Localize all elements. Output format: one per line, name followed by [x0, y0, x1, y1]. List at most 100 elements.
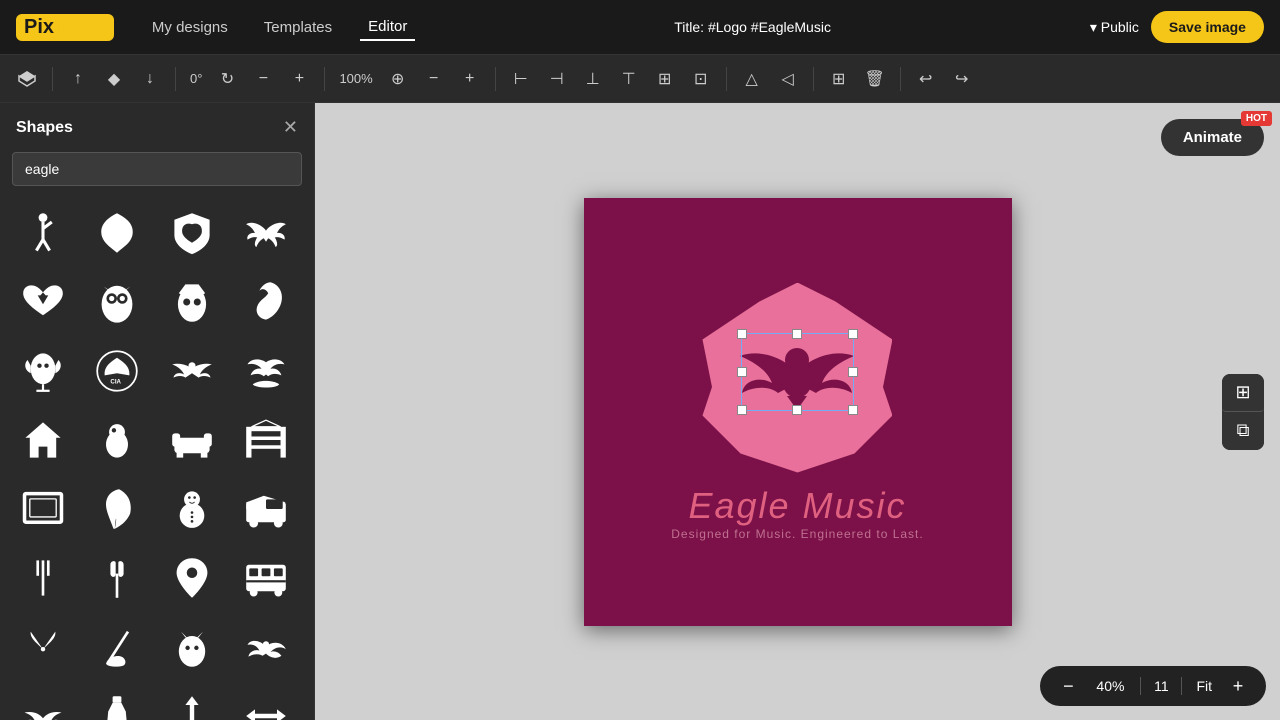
zoom-icon[interactable]: ⊕	[383, 64, 413, 94]
add-icon[interactable]: ⊞	[824, 64, 854, 94]
shape-arrows-leftright[interactable]	[234, 683, 299, 720]
eagle-logo-area: Eagle Music Designed for Music. Engineer…	[584, 198, 1012, 626]
zoom-plus-button[interactable]: +	[1224, 672, 1252, 700]
zoom-bar: − 40% 11 Fit +	[1040, 666, 1266, 706]
undo-icon[interactable]: ↩	[911, 64, 941, 94]
eagle-music-title: Eagle Music	[688, 485, 906, 527]
shape-person-waving[interactable]	[10, 200, 75, 265]
plus-zoom[interactable]: +	[455, 64, 485, 94]
align-bottom-icon[interactable]: ⊡	[686, 64, 716, 94]
shape-shield-eagle[interactable]	[159, 200, 224, 265]
animate-button[interactable]: Animate HOT	[1161, 119, 1264, 156]
side-tool-group: ⊞ ⧉	[1222, 374, 1264, 450]
align-left-icon[interactable]: ⊢	[506, 64, 536, 94]
shape-snowman[interactable]	[159, 476, 224, 541]
move-down-icon[interactable]: ↓	[135, 64, 165, 94]
shape-eagle-head-profile[interactable]	[234, 269, 299, 334]
divider2	[175, 67, 176, 91]
search-input[interactable]	[12, 152, 302, 186]
zoom-value: 100%	[335, 71, 376, 86]
shape-eagle-claw[interactable]	[85, 200, 150, 265]
shape-gate[interactable]	[234, 407, 299, 472]
divider5	[726, 67, 727, 91]
duplicate-canvas-button[interactable]: ⧉	[1222, 412, 1264, 450]
close-icon[interactable]: ✕	[283, 117, 298, 138]
delete-icon[interactable]: 🗑	[860, 64, 890, 94]
rotate-icon[interactable]: ↻	[212, 64, 242, 94]
save-image-button[interactable]: Save image	[1151, 11, 1264, 43]
zoom-minus-button[interactable]: −	[1054, 672, 1082, 700]
side-tools: ⊞ ⧉	[1222, 374, 1264, 450]
shape-wings-small[interactable]	[10, 683, 75, 720]
badge-shape	[702, 283, 892, 473]
toolbar: ↑ ◆ ↓ 0° ↻ − + 100% ⊕ − + ⊢ ⊣ ⊥ ⊤ ⊞ ⊡ △ …	[0, 55, 1280, 103]
shape-feather[interactable]	[85, 476, 150, 541]
flip-h-icon[interactable]: ◁	[773, 64, 803, 94]
top-nav: PixTeller My designs Templates Editor Ti…	[0, 0, 1280, 55]
align-top-icon[interactable]: ⊤	[614, 64, 644, 94]
zoom-fit-button[interactable]: Fit	[1192, 678, 1216, 694]
minus-rotate[interactable]: −	[248, 64, 278, 94]
shape-dove[interactable]	[234, 614, 299, 679]
sidebar-header: Shapes ✕	[0, 103, 314, 152]
shape-heart-eagle[interactable]	[10, 269, 75, 334]
minus-zoom[interactable]: −	[419, 64, 449, 94]
shape-eagle-perch[interactable]	[10, 338, 75, 403]
align-middle-icon[interactable]: ⊞	[650, 64, 680, 94]
shape-frame[interactable]	[10, 476, 75, 541]
shape-sofa[interactable]	[159, 407, 224, 472]
divider	[52, 67, 53, 91]
move-up-icon[interactable]: ↑	[63, 64, 93, 94]
shape-location-pin[interactable]	[159, 545, 224, 610]
eagle-music-subtitle: Designed for Music. Engineered to Last.	[671, 527, 923, 541]
shape-van[interactable]	[234, 476, 299, 541]
animate-button-container: Animate HOT	[1161, 119, 1264, 156]
zoom-percentage: 40%	[1090, 678, 1130, 694]
nav-right: ▾ Public Save image	[1090, 11, 1264, 43]
diamond-icon[interactable]: ◆	[99, 64, 129, 94]
align-right-icon[interactable]: ⊥	[578, 64, 608, 94]
logo[interactable]: PixTeller	[16, 14, 114, 41]
shape-owl[interactable]	[159, 614, 224, 679]
main-layout: Shapes ✕	[0, 103, 1280, 720]
divider4	[495, 67, 496, 91]
shape-tuning-fork[interactable]	[85, 545, 150, 610]
shape-eagle-face[interactable]	[159, 269, 224, 334]
nav-templates[interactable]: Templates	[256, 15, 340, 40]
shape-broom[interactable]	[85, 614, 150, 679]
logo-box: PixTeller	[16, 14, 114, 41]
public-button[interactable]: ▾ Public	[1090, 19, 1139, 36]
shape-eagle-spread[interactable]	[234, 200, 299, 265]
zoom-divider2	[1181, 677, 1182, 695]
shapes-grid: CIA	[0, 196, 314, 720]
redo-icon[interactable]: ↪	[947, 64, 977, 94]
shape-bottle[interactable]	[85, 683, 150, 720]
plus-rotate[interactable]: +	[284, 64, 314, 94]
shapes-sidebar: Shapes ✕	[0, 103, 315, 720]
shape-cia-eagle[interactable]: CIA	[85, 338, 150, 403]
shape-bird-wings-spread[interactable]	[159, 338, 224, 403]
svg-text:CIA: CIA	[110, 378, 121, 385]
divider6	[813, 67, 814, 91]
sidebar-title: Shapes	[16, 119, 73, 137]
shape-chick[interactable]	[85, 407, 150, 472]
nav-my-designs[interactable]: My designs	[144, 15, 236, 40]
shape-wishbone[interactable]	[10, 614, 75, 679]
shape-fork-tool[interactable]	[10, 545, 75, 610]
shape-arrow-updown[interactable]	[159, 683, 224, 720]
shape-house[interactable]	[10, 407, 75, 472]
zoom-divider	[1140, 677, 1141, 695]
canvas-area: Animate HOT ⊞ ⧉	[315, 103, 1280, 720]
shape-bird-branch[interactable]	[234, 338, 299, 403]
add-canvas-button[interactable]: ⊞	[1222, 374, 1264, 412]
shape-bus[interactable]	[234, 545, 299, 610]
hot-badge: HOT	[1241, 111, 1272, 126]
align-center-h-icon[interactable]: ⊣	[542, 64, 572, 94]
nav-editor[interactable]: Editor	[360, 14, 415, 41]
design-canvas[interactable]: Eagle Music Designed for Music. Engineer…	[584, 198, 1012, 626]
eagle-svg	[732, 318, 862, 438]
shape-owl-angry[interactable]	[85, 269, 150, 334]
divider3	[324, 67, 325, 91]
layer-icon[interactable]	[12, 64, 42, 94]
flip-v-icon[interactable]: △	[737, 64, 767, 94]
